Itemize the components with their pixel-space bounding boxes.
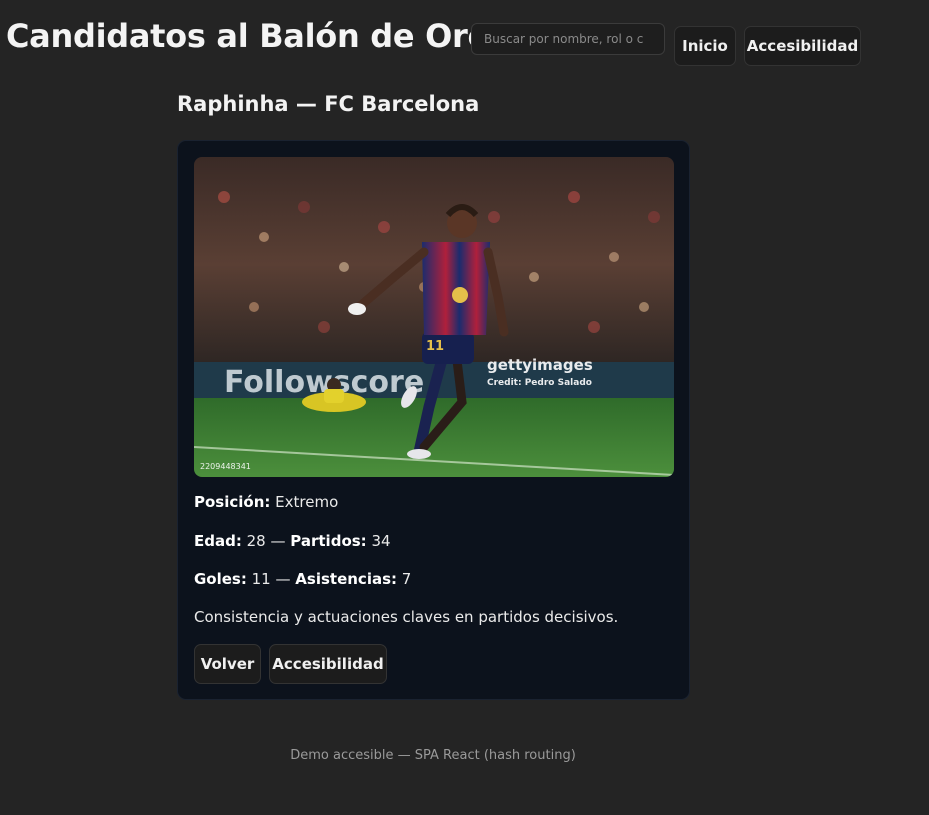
separator: —	[270, 532, 286, 550]
position-label: Posición:	[194, 493, 271, 511]
shirt-number: 11	[426, 339, 444, 354]
player-photo: Followscore 11 gettyimages Credit: Pedro…	[194, 157, 674, 477]
separator: —	[275, 570, 291, 588]
goals-label: Goles:	[194, 570, 247, 588]
nav-home-button[interactable]: Inicio	[674, 26, 736, 66]
goals-value: 11	[251, 570, 271, 588]
position-stat: Posición: Extremo	[194, 492, 338, 512]
age-label: Edad:	[194, 532, 242, 550]
player-description: Consistencia y actuaciones claves en par…	[194, 608, 619, 626]
age-value: 28	[246, 532, 266, 550]
site-title: Candidatos al Balón de Oro	[6, 17, 490, 55]
assists-value: 7	[401, 570, 412, 588]
search-input[interactable]	[471, 23, 665, 55]
player-card: Followscore 11 gettyimages Credit: Pedro…	[177, 140, 690, 700]
footer-text: Demo accesible — SPA React (hash routing…	[290, 748, 576, 763]
site-header: Candidatos al Balón de Oro Inicio Accesi…	[0, 0, 929, 80]
back-button[interactable]: Volver	[194, 644, 261, 684]
assists-label: Asistencias:	[295, 570, 398, 588]
card-accessibility-button[interactable]: Accesibilidad	[269, 644, 387, 684]
nav-accessibility-button[interactable]: Accesibilidad	[744, 26, 861, 66]
photo-image-number: 2209448341	[200, 462, 251, 471]
photo-watermark: gettyimages	[487, 356, 593, 374]
player-heading: Raphinha — FC Barcelona	[177, 92, 480, 116]
matches-label: Partidos:	[290, 532, 367, 550]
goals-assists-stat: Goles: 11 — Asistencias: 7	[194, 569, 411, 589]
age-matches-stat: Edad: 28 — Partidos: 34	[194, 531, 391, 551]
position-value: Extremo	[275, 493, 339, 511]
matches-value: 34	[371, 532, 391, 550]
photo-credit: Credit: Pedro Salado	[487, 378, 592, 388]
player-photo-image: Followscore 11 gettyimages Credit: Pedro…	[194, 157, 674, 477]
